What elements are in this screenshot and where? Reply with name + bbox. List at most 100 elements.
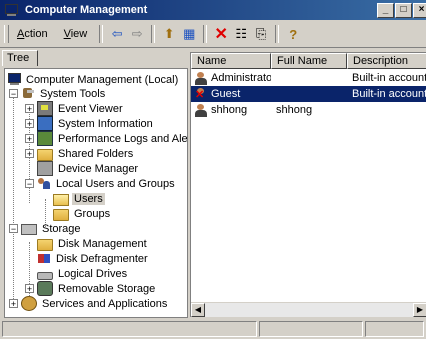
tree-item-users[interactable]: Users (53, 191, 105, 206)
tree-item-label: Local Users and Groups (56, 177, 175, 190)
logical-drive-icon (37, 271, 53, 280)
tree-item-label: System Tools (40, 87, 106, 100)
status-bar (0, 320, 426, 339)
tree-item-removable-storage[interactable]: + Removable Storage (25, 281, 157, 296)
performance-logs-icon (37, 131, 53, 146)
disk-defragmenter-icon (37, 252, 51, 265)
back-arrow-icon[interactable]: ⇦ (107, 24, 127, 44)
tree-item-groups[interactable]: Groups (53, 206, 112, 221)
menu-action[interactable]: Action (9, 28, 56, 40)
tree-connector (13, 91, 14, 299)
tree-item-logical-drives[interactable]: Logical Drives (37, 266, 129, 281)
toolbox-icon (21, 87, 35, 100)
expand-toggle[interactable]: + (25, 119, 34, 129)
tree-item-computer-management[interactable]: Computer Management (Local) (7, 72, 180, 87)
tree-item-system-information[interactable]: + System Information (25, 116, 155, 131)
expand-toggle[interactable]: + (25, 104, 34, 114)
column-header-full-name[interactable]: Full Name (271, 53, 347, 69)
column-header-description[interactable]: Description (347, 53, 426, 69)
tree-item-label: Groups (74, 207, 111, 220)
computer-management-icon (4, 3, 18, 17)
collapse-toggle[interactable]: − (9, 89, 18, 99)
services-applications-icon (21, 296, 37, 311)
maximize-button[interactable]: □ (395, 3, 412, 18)
minimize-button[interactable]: _ (377, 3, 394, 18)
table-row[interactable]: shhong shhong (191, 102, 426, 118)
tree-item-label: Logical Drives (58, 267, 128, 280)
user-name: Administrator (211, 72, 271, 84)
user-icon (194, 103, 208, 117)
tree-item-local-users-groups[interactable]: − Local Users and Groups (25, 176, 177, 191)
menu-view[interactable]: View (56, 28, 96, 40)
tree-item-label: Services and Applications (42, 297, 168, 310)
tree-item-system-tools[interactable]: − System Tools (9, 86, 107, 101)
user-description: Built-in account for g (352, 88, 426, 100)
close-button[interactable]: × (413, 3, 426, 18)
status-segment (259, 321, 363, 337)
scroll-left-icon[interactable]: ◀ (191, 303, 205, 317)
disk-management-icon (37, 238, 53, 251)
tree-item-shared-folders[interactable]: + Shared Folders (25, 146, 135, 161)
toolbar-separator (275, 25, 280, 43)
tree-item-label: Disk Management (58, 237, 147, 250)
list-header: Name Full Name Description (191, 53, 426, 69)
expand-toggle[interactable]: + (25, 134, 34, 144)
tree-item-label: Disk Defragmenter (56, 252, 148, 265)
tree-pane: Computer Management (Local) − System Too… (4, 68, 188, 318)
collapse-toggle[interactable]: − (9, 224, 18, 234)
tree-item-storage[interactable]: − Storage (9, 221, 83, 236)
help-icon[interactable]: ? (283, 24, 303, 44)
tree-item-label: Shared Folders (58, 147, 134, 160)
table-row[interactable]: Guest Built-in account for g (191, 86, 426, 102)
up-folder-icon[interactable]: ⬆ (159, 24, 179, 44)
shared-folder-icon (37, 148, 53, 161)
status-segment (2, 321, 257, 337)
user-icon (194, 71, 208, 85)
expand-toggle[interactable]: + (25, 284, 34, 294)
storage-icon (21, 224, 37, 235)
horizontal-scrollbar[interactable]: ◀ ▶ (191, 302, 426, 317)
tree-item-label: Device Manager (58, 162, 139, 175)
user-full-name: shhong (276, 104, 313, 116)
properties-icon[interactable]: ☷ (231, 24, 251, 44)
delete-icon[interactable]: ✕ (211, 24, 231, 44)
table-row[interactable]: Administrator Built-in account for a (191, 70, 426, 86)
details-list: Name Full Name Description Administrator… (190, 52, 426, 317)
tree-item-disk-defragmenter[interactable]: Disk Defragmenter (37, 251, 150, 266)
toolbar-separator (151, 25, 156, 43)
tree-item-label: Performance Logs and Alerts (58, 132, 188, 145)
expand-toggle[interactable]: + (25, 149, 34, 159)
tree-item-label: System Information (58, 117, 153, 130)
tree-item-event-viewer[interactable]: + Event Viewer (25, 101, 125, 116)
disabled-user-icon (194, 87, 208, 101)
show-hide-tree-icon[interactable]: ▦ (179, 24, 199, 44)
title-bar: Computer Management _ □ × (0, 0, 426, 20)
tree-item-label: Computer Management (Local) (26, 73, 179, 86)
system-information-icon (37, 116, 53, 131)
tree-item-device-manager[interactable]: Device Manager (37, 161, 140, 176)
expand-toggle[interactable]: + (9, 299, 18, 309)
tree-item-label: Event Viewer (58, 102, 123, 115)
user-name: shhong (211, 104, 248, 116)
user-description: Built-in account for a (352, 72, 426, 84)
column-header-name[interactable]: Name (191, 53, 271, 69)
toolbar-separator (99, 25, 104, 43)
removable-storage-icon (37, 281, 53, 296)
folder-icon (53, 208, 69, 221)
tree-item-label: Removable Storage (58, 282, 156, 295)
window-controls: _ □ × (377, 3, 426, 18)
collapse-toggle[interactable]: − (25, 179, 34, 189)
user-name: Guest (211, 88, 241, 100)
tree-item-disk-management[interactable]: Disk Management (37, 236, 149, 251)
tree-item-services-applications[interactable]: + Services and Applications (9, 296, 169, 311)
tree-item-performance-logs[interactable]: + Performance Logs and Alerts (25, 131, 188, 146)
tab-tree[interactable]: Tree (2, 50, 38, 66)
forward-arrow-icon[interactable]: ⇨ (127, 24, 147, 44)
users-groups-icon (37, 177, 51, 190)
status-segment (365, 321, 424, 337)
export-list-icon[interactable]: ⎘ (251, 24, 271, 44)
scroll-right-icon[interactable]: ▶ (413, 303, 426, 317)
tree-item-label: Storage (42, 222, 81, 235)
tree-item-label: Users (72, 192, 105, 205)
event-viewer-icon (37, 101, 53, 116)
